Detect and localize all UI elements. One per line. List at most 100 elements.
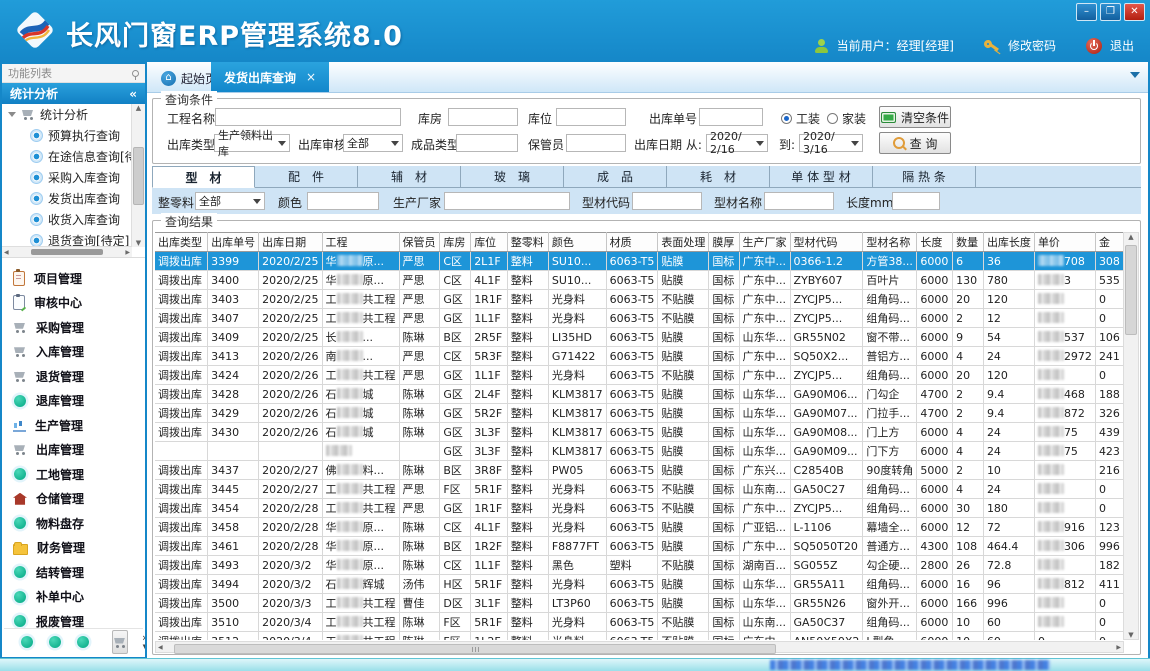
sidebar-menu-item[interactable]: 采购管理: [2, 315, 145, 340]
scroll-right-icon[interactable]: ▶: [1116, 644, 1121, 651]
scroll-left-icon[interactable]: ◀: [158, 644, 163, 651]
sidebar-menu-item[interactable]: 工地管理: [2, 462, 145, 487]
clear-conditions-button[interactable]: 清空条件: [879, 106, 951, 128]
table-row[interactable]: 调拨出库34942020/3/2石辉城汤伟H区5R1F整料光身料6063-T5贴…: [155, 575, 1124, 594]
profile-code-input[interactable]: [632, 192, 702, 210]
tree-item[interactable]: 退货查询[待定]: [2, 230, 132, 247]
table-horizontal-scrollbar[interactable]: ◀▶: [155, 641, 1124, 653]
sidebar-menu-item[interactable]: 入库管理: [2, 340, 145, 365]
sidebar-menu-item[interactable]: 生产管理: [2, 413, 145, 438]
factory-input[interactable]: [444, 192, 570, 210]
table-row[interactable]: 调拨出库34282020/2/26石城陈琳G区2L4F整料KLM38176063…: [155, 385, 1124, 404]
material-tab[interactable]: 隔 热 条: [873, 166, 976, 188]
scrollbar-thumb[interactable]: [1125, 245, 1137, 335]
column-header[interactable]: 型材名称: [863, 233, 917, 252]
material-tab[interactable]: 型 材: [152, 166, 255, 188]
sidebar-menu-item[interactable]: 补单中心: [2, 585, 145, 610]
table-row[interactable]: 调拨出库34072020/2/25工共工程严思G区1L1F整料光身料6063-T…: [155, 309, 1124, 328]
material-tab[interactable]: 配 件: [255, 166, 358, 188]
order-no-input[interactable]: [699, 108, 763, 126]
close-button[interactable]: ✕: [1124, 3, 1145, 21]
material-tab[interactable]: 单 体 型 材: [770, 166, 873, 188]
table-row[interactable]: 调拨出库34032020/2/25工共工程严思G区1R1F整料光身料6063-T…: [155, 290, 1124, 309]
outbound-type-combo[interactable]: 生产领料出库: [214, 134, 290, 152]
column-header[interactable]: 数量: [953, 233, 984, 252]
table-row[interactable]: 调拨出库34932020/3/2华原...陈琳C区1L1F整料黑色塑料不贴膜国标…: [155, 556, 1124, 575]
table-row[interactable]: 调拨出库34002020/2/25华原...严思C区4L1F整料SU10...6…: [155, 271, 1124, 290]
table-row[interactable]: 调拨出库34242020/2/26工共工程严思G区1L1F整料光身料6063-T…: [155, 366, 1124, 385]
date-to-picker[interactable]: 2020/ 3/16: [799, 134, 863, 152]
column-header[interactable]: 膜厚: [709, 233, 739, 252]
color-input[interactable]: [307, 192, 379, 210]
column-header[interactable]: 单价: [1034, 233, 1095, 252]
table-row[interactable]: 调拨出库34292020/2/26石城陈琳G区5R2F整料KLM38176063…: [155, 404, 1124, 423]
table-row[interactable]: 调拨出库35002020/3/3工共工程曹佳D区3L1F整料LT3P606063…: [155, 594, 1124, 613]
tree-horizontal-scrollbar[interactable]: ◀▶: [2, 246, 132, 257]
sidebar-menu-item[interactable]: 出库管理: [2, 438, 145, 463]
column-header[interactable]: 颜色: [548, 233, 606, 252]
profile-name-input[interactable]: [764, 192, 834, 210]
table-row[interactable]: 调拨出库34612020/2/28华原...陈琳B区1R2F整料F8877FT6…: [155, 537, 1124, 556]
table-row[interactable]: 调拨出库34302020/2/26石城陈琳G区3L3F整料KLM38176063…: [155, 423, 1124, 442]
sidebar-menu-item[interactable]: 审核中心: [2, 291, 145, 316]
table-row[interactable]: 调拨出库35122020/3/4工共工程陈琳F区1L2F整料光身料6063-T5…: [155, 632, 1124, 641]
scroll-up-icon[interactable]: ▲: [136, 104, 141, 112]
tree-item[interactable]: 收货入库查询: [2, 209, 132, 230]
pin-icon[interactable]: [132, 70, 139, 77]
collapse-icon[interactable]: «: [129, 87, 137, 101]
column-header[interactable]: 出库长度: [983, 233, 1034, 252]
sidebar-menu-item[interactable]: 仓储管理: [2, 487, 145, 512]
material-tab[interactable]: 玻 璃: [461, 166, 564, 188]
tree-item[interactable]: 预算执行查询: [2, 125, 132, 146]
table-row[interactable]: 调拨出库34452020/2/27工共工程严思F区5R1F整料光身料6063-T…: [155, 480, 1124, 499]
table-vertical-scrollbar[interactable]: ▲▼: [1123, 232, 1139, 640]
scrollbar-thumb[interactable]: [133, 147, 144, 205]
circle-icon[interactable]: [77, 636, 89, 648]
scrollbar-thumb[interactable]: [31, 249, 103, 255]
radio-jiazhuang[interactable]: 家装: [827, 110, 866, 127]
radio-gongzhuang[interactable]: 工装: [781, 110, 820, 127]
table-row[interactable]: 调拨出库33992020/2/25华原...严思C区2L1F整料SU10...6…: [155, 252, 1124, 271]
sidebar-menu-item[interactable]: 结转管理: [2, 560, 145, 585]
table-row[interactable]: 调拨出库34132020/2/26南...严思C区5R3F整料G71422606…: [155, 347, 1124, 366]
column-header[interactable]: 长度: [917, 233, 953, 252]
tab-shipment-query[interactable]: 发货出库查询 ×: [211, 62, 329, 92]
table-row[interactable]: G区3L3F整料KLM38176063-T5贴膜国标山东华...GA90M09.…: [155, 442, 1124, 461]
product-type-input[interactable]: [456, 134, 518, 152]
material-tab[interactable]: 成 品: [564, 166, 667, 188]
keeper-input[interactable]: [566, 134, 626, 152]
table-row[interactable]: 调拨出库34542020/2/28工共工程严思G区1R1F整料光身料6063-T…: [155, 499, 1124, 518]
tree-root-item[interactable]: 统计分析: [2, 104, 132, 125]
sidebar-menu-item[interactable]: 物料盘存: [2, 511, 145, 536]
logout-link[interactable]: 退出: [1110, 37, 1134, 54]
circle-icon[interactable]: [49, 636, 61, 648]
sidebar-menu-item[interactable]: 项目管理: [2, 266, 145, 291]
column-header[interactable]: 生产厂家: [739, 233, 790, 252]
column-header[interactable]: 出库类型: [155, 233, 208, 252]
tree-vertical-scrollbar[interactable]: ▲▼: [131, 104, 145, 247]
warehouse-input[interactable]: [448, 108, 518, 126]
scroll-left-icon[interactable]: ◀: [4, 249, 9, 256]
location-input[interactable]: [556, 108, 626, 126]
sidebar-menu-item[interactable]: 财务管理: [2, 536, 145, 561]
whole-piece-combo[interactable]: 全部: [195, 192, 265, 210]
search-button[interactable]: 查 询: [879, 132, 951, 154]
maximize-button[interactable]: ❐: [1100, 3, 1121, 21]
outbound-audit-combo[interactable]: 全部: [343, 134, 403, 152]
scroll-up-icon[interactable]: ▲: [1128, 233, 1133, 241]
table-row[interactable]: 调拨出库34582020/2/28华原...陈琳C区4L1F整料光身料6063-…: [155, 518, 1124, 537]
date-from-picker[interactable]: 2020/ 2/16: [706, 134, 768, 152]
column-header[interactable]: 表面处理: [658, 233, 709, 252]
expander-icon[interactable]: [8, 112, 16, 117]
table-row[interactable]: 调拨出库34092020/2/25长...陈琳B区2R5F整料LI35HD606…: [155, 328, 1124, 347]
minimize-button[interactable]: –: [1076, 3, 1097, 21]
scroll-down-icon[interactable]: ▼: [1128, 631, 1133, 639]
project-name-input[interactable]: [215, 108, 401, 126]
column-header[interactable]: 材质: [606, 233, 658, 252]
material-tab[interactable]: 耗 材: [667, 166, 770, 188]
circle-icon[interactable]: [21, 636, 33, 648]
tab-list-dropdown-icon[interactable]: [1130, 72, 1140, 78]
sidebar-menu-item[interactable]: 退货管理: [2, 364, 145, 389]
material-tab[interactable]: 辅 材: [358, 166, 461, 188]
column-header[interactable]: 库位: [471, 233, 508, 252]
